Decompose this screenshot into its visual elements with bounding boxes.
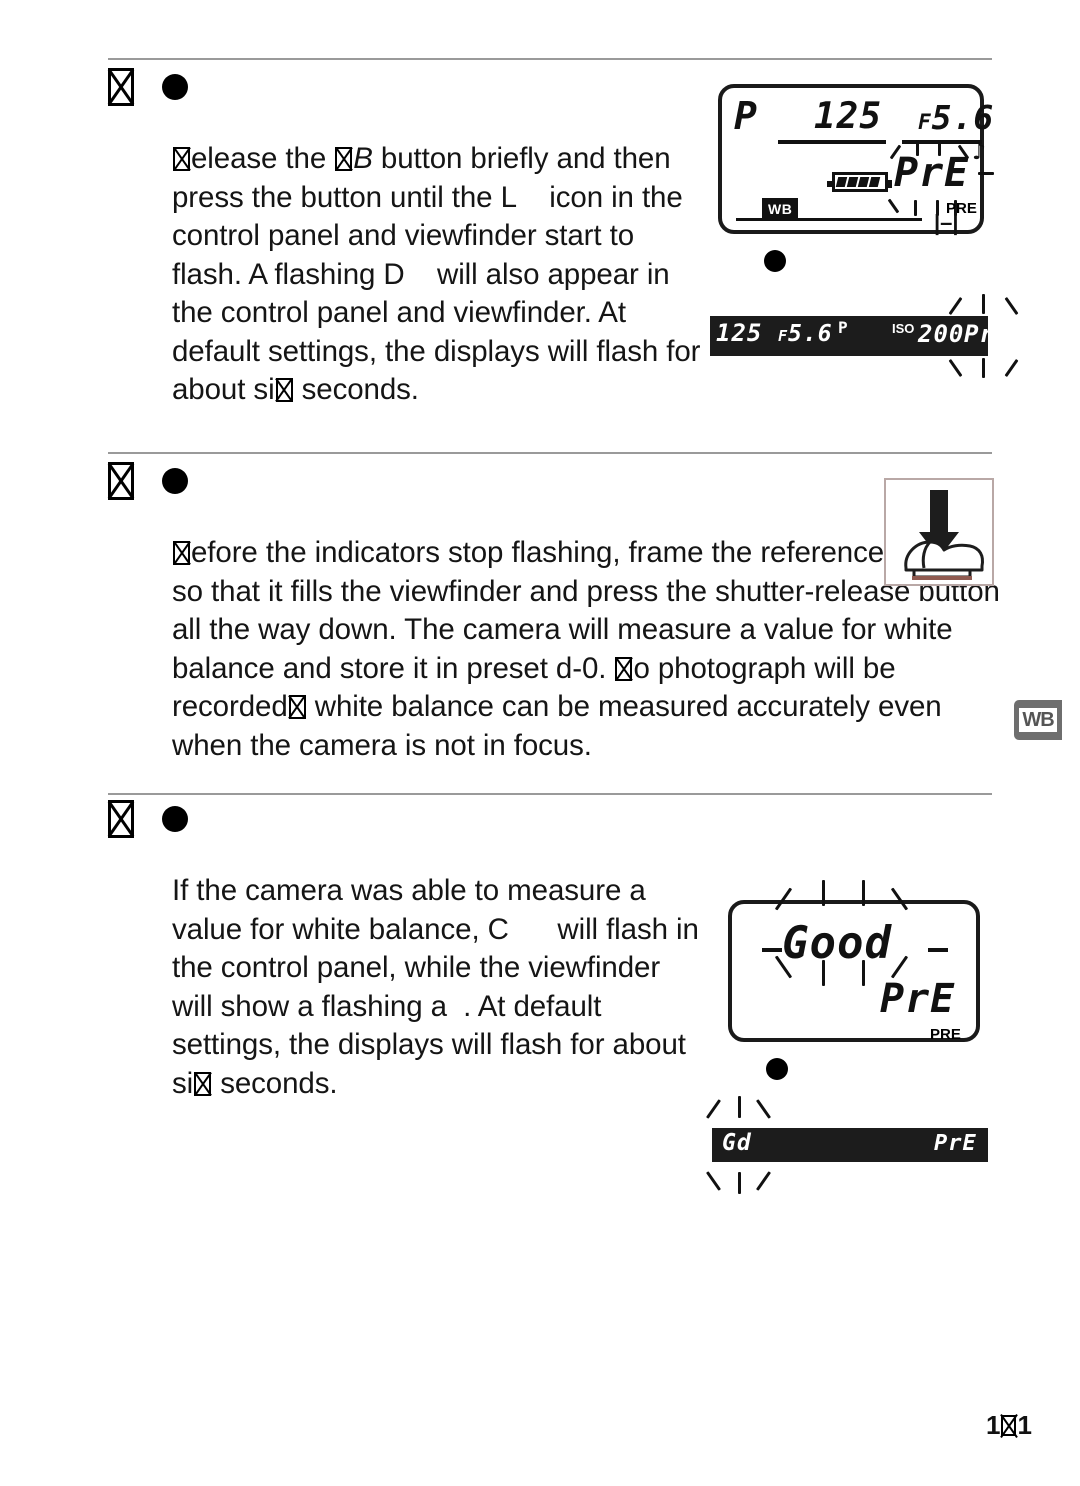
shutter-press-illustration xyxy=(884,478,994,586)
step-3-text: If the camera was able to measure a valu… xyxy=(172,872,702,1103)
page-number-missing-glyph-icon xyxy=(1001,1415,1017,1436)
page-number-prefix: 1 xyxy=(986,1410,1001,1440)
step-2-number-missing-glyph-icon xyxy=(108,462,134,500)
step-3-number-missing-glyph-icon xyxy=(108,800,134,838)
section-divider-2 xyxy=(108,452,992,454)
vf1-shutter-speed: 125 xyxy=(716,319,763,347)
missing-glyph-icon xyxy=(173,147,190,171)
vf1-flash-rays xyxy=(948,294,1024,380)
missing-glyph-icon xyxy=(288,695,306,719)
lcd2-dash-left xyxy=(762,948,782,952)
section-divider-1 xyxy=(108,58,992,60)
vf1-iso-label: ISO xyxy=(892,321,915,336)
lcd1-aperture-prefix: F xyxy=(918,110,932,134)
missing-glyph-icon xyxy=(335,147,353,171)
vf1-aperture-value: 5.6 xyxy=(788,321,833,347)
step-2-header xyxy=(108,462,188,500)
viewfinder-display-pre: 125 F5.6 P ISO 200 PrE xyxy=(710,316,1009,356)
lcd1-bottom-line xyxy=(736,218,922,221)
lcd2-result-readout: Good xyxy=(782,918,892,969)
step-3-text-part-4: seconds. xyxy=(212,1066,338,1100)
lcd1-aperture-value: 5.6 xyxy=(931,98,995,137)
step-2-text: efore the indicators stop flashing, fram… xyxy=(172,534,1002,765)
step-1-text-part-5: seconds. xyxy=(293,373,419,406)
lcd1-battery-icon xyxy=(827,172,892,192)
missing-glyph-icon xyxy=(275,378,293,402)
control-panel-lcd-good: Good PrE PRE xyxy=(728,880,980,1043)
lcd2-dash-right xyxy=(928,948,948,952)
lcd1-dash-marks: |–| xyxy=(934,210,959,235)
vf1-mode: P xyxy=(838,318,849,337)
wb-tab-label: WB xyxy=(1019,708,1057,732)
viewfinder-display-good: Gd PrE xyxy=(712,1128,988,1162)
lcd1-mode: P xyxy=(734,94,758,138)
missing-glyph-icon xyxy=(194,1071,212,1096)
step-2-bullet-icon xyxy=(162,468,188,494)
step-1-bullet-icon xyxy=(162,74,188,100)
panel-separator-dot xyxy=(764,250,786,272)
step-1-number-missing-glyph-icon xyxy=(108,68,134,106)
lcd2-preset-readout: PrE xyxy=(880,976,956,1022)
lcd1-preset-readout: PrE xyxy=(894,150,970,196)
control-panel-lcd-pre: P 125 F5.6 ♪ PrE PRE WB |–| xyxy=(718,84,994,235)
manual-page: elease the B button briefly and then pre… xyxy=(0,0,1080,1486)
vf1-aperture: F5.6 xyxy=(778,321,833,347)
vf2-preset-readout: PrE xyxy=(934,1131,977,1156)
step-1-text-part-1: elease the xyxy=(191,142,335,175)
panel-separator-dot-2 xyxy=(766,1058,788,1080)
step-3-bullet-icon xyxy=(162,806,188,832)
page-number: 11 xyxy=(986,1410,1032,1441)
step-1-text: elease the B button briefly and then pre… xyxy=(172,140,702,410)
step-1-text-italic: B xyxy=(353,142,373,175)
step-1-header xyxy=(108,68,188,106)
lcd1-shutter-speed: 125 xyxy=(814,96,883,137)
lcd1-note-icon: ♪ xyxy=(972,140,987,165)
lcd1-aperture: F5.6 xyxy=(918,98,994,137)
section-divider-3 xyxy=(108,793,992,795)
page-number-suffix: 1 xyxy=(1017,1410,1032,1440)
vf2-result-readout: Gd xyxy=(722,1130,752,1156)
vf1-aperture-prefix: F xyxy=(778,327,789,345)
section-tab-white-balance: WB xyxy=(1014,700,1062,740)
shutter-press-icon xyxy=(904,490,984,580)
step-3-header xyxy=(108,800,188,838)
missing-glyph-icon xyxy=(173,541,190,565)
missing-glyph-icon xyxy=(615,656,633,681)
lcd2-pre-label: PRE xyxy=(930,1026,961,1043)
lcd1-underline-left xyxy=(778,140,886,144)
